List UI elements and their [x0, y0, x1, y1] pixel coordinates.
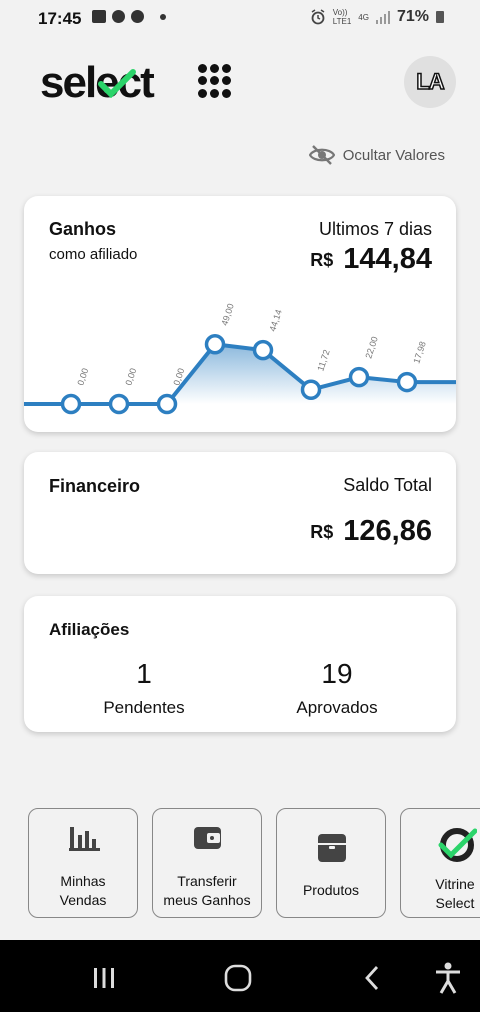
volte-label: Vo)) [332, 8, 348, 17]
products-label: Produtos [302, 882, 360, 898]
transfer-line2: meus Ganhos [163, 892, 251, 908]
gallery-icon [92, 10, 106, 23]
wallet-icon [194, 827, 221, 849]
logo-check-icon [98, 69, 136, 98]
chart-point[interactable] [348, 366, 370, 388]
recent-apps-icon[interactable] [92, 966, 116, 990]
transfer-earnings-button[interactable]: Transferir meus Ganhos [152, 808, 262, 918]
my-sales-line2: Vendas [59, 892, 107, 908]
home-icon[interactable] [224, 964, 252, 992]
financial-card[interactable]: Financeiro Saldo Total R$ 126,86 [24, 452, 456, 574]
chart-point[interactable] [108, 393, 130, 415]
chart-point[interactable] [252, 339, 274, 361]
status-bar: 17:45 Vo)) LTE1 4G 71% [0, 0, 480, 36]
showcase-label: Vitrine Select [401, 875, 480, 913]
avatar-initials: LA [416, 68, 446, 95]
chart-data-label: 44,14 [267, 308, 283, 333]
showcase-line1: Vitrine [435, 876, 475, 892]
notification-icons [92, 10, 166, 23]
my-sales-label: Minhas Vendas [29, 872, 137, 910]
approved-count: 19 [321, 658, 353, 689]
app-notification-icon [112, 10, 125, 23]
chart-data-label: 0,00 [75, 367, 90, 387]
system-icons: Vo)) LTE1 4G 71% [310, 8, 444, 26]
back-icon[interactable] [362, 964, 382, 992]
network-type: 4G [358, 12, 369, 22]
showcase-line2: Select [435, 895, 475, 911]
system-nav-bar [0, 940, 480, 1012]
lte-label: LTE1 [332, 17, 352, 26]
bar-chart-icon [69, 827, 100, 851]
products-button[interactable]: Produtos [276, 808, 386, 918]
transfer-line1: Transferir [177, 873, 237, 889]
signal-icon [375, 10, 390, 24]
my-sales-line1: Minhas [60, 873, 106, 889]
chart-point[interactable] [204, 333, 226, 355]
affiliations-card[interactable]: Afiliações 1 Pendentes 19 Aprovados [24, 596, 456, 732]
app-notification-icon [131, 10, 144, 23]
chart-point[interactable] [396, 371, 418, 393]
chart-data-label: 11,72 [315, 348, 331, 372]
shortcuts-row: Minhas Vendas Transferir meus Ganhos Produ… [0, 808, 480, 920]
chart-data-label: 22,00 [363, 335, 379, 360]
box-icon [318, 834, 346, 862]
battery-percent: 71% [396, 8, 429, 25]
chart-point[interactable] [60, 393, 82, 415]
apps-grid-icon[interactable] [198, 64, 232, 98]
chart-data-label: 49,00 [219, 302, 235, 327]
volte-indicator: Vo)) LTE1 [333, 8, 352, 26]
more-notifications-icon [160, 13, 166, 20]
app-header: select LA [0, 50, 480, 114]
currency-symbol: R$ [310, 522, 334, 542]
pending-count: 1 [136, 658, 152, 689]
financial-title: Financeiro [49, 476, 141, 496]
hide-values-label: Ocultar Valores [342, 146, 445, 164]
chart-point[interactable] [156, 393, 178, 415]
earnings-chart: 0,00 0,00 0,0049,00 44,1411,7222,00 17,98 [24, 302, 456, 415]
chart-point[interactable] [300, 379, 322, 400]
chart-data-label: 0,00 [123, 367, 138, 387]
earnings-card[interactable]: Ganhos como afiliado Ultimos 7 dias R$ 14… [24, 196, 456, 432]
my-sales-button[interactable]: Minhas Vendas [28, 808, 138, 918]
select-logo[interactable]: select [40, 58, 155, 108]
balance-total: R$ 126,86 [310, 515, 432, 548]
transfer-earnings-label: Transferir meus Ganhos [153, 872, 261, 910]
approved-label: Aprovados [296, 698, 378, 717]
balance-value: 126,86 [343, 515, 432, 547]
avatar[interactable]: LA [404, 56, 456, 108]
accessibility-icon[interactable] [434, 962, 462, 994]
pending-label: Pendentes [103, 698, 185, 717]
hide-values-toggle[interactable]: Ocultar Valores [308, 144, 445, 166]
showcase-select-button[interactable]: Vitrine Select [400, 808, 480, 918]
select-logo-icon [438, 828, 477, 862]
alarm-icon [311, 9, 325, 25]
chart-data-label: 17,98 [411, 340, 427, 365]
status-time: 17:45 [38, 9, 82, 28]
balance-label: Saldo Total [343, 475, 432, 495]
eye-off-icon [308, 145, 335, 165]
battery-icon [436, 11, 444, 23]
affiliations-title: Afiliações [49, 620, 130, 639]
